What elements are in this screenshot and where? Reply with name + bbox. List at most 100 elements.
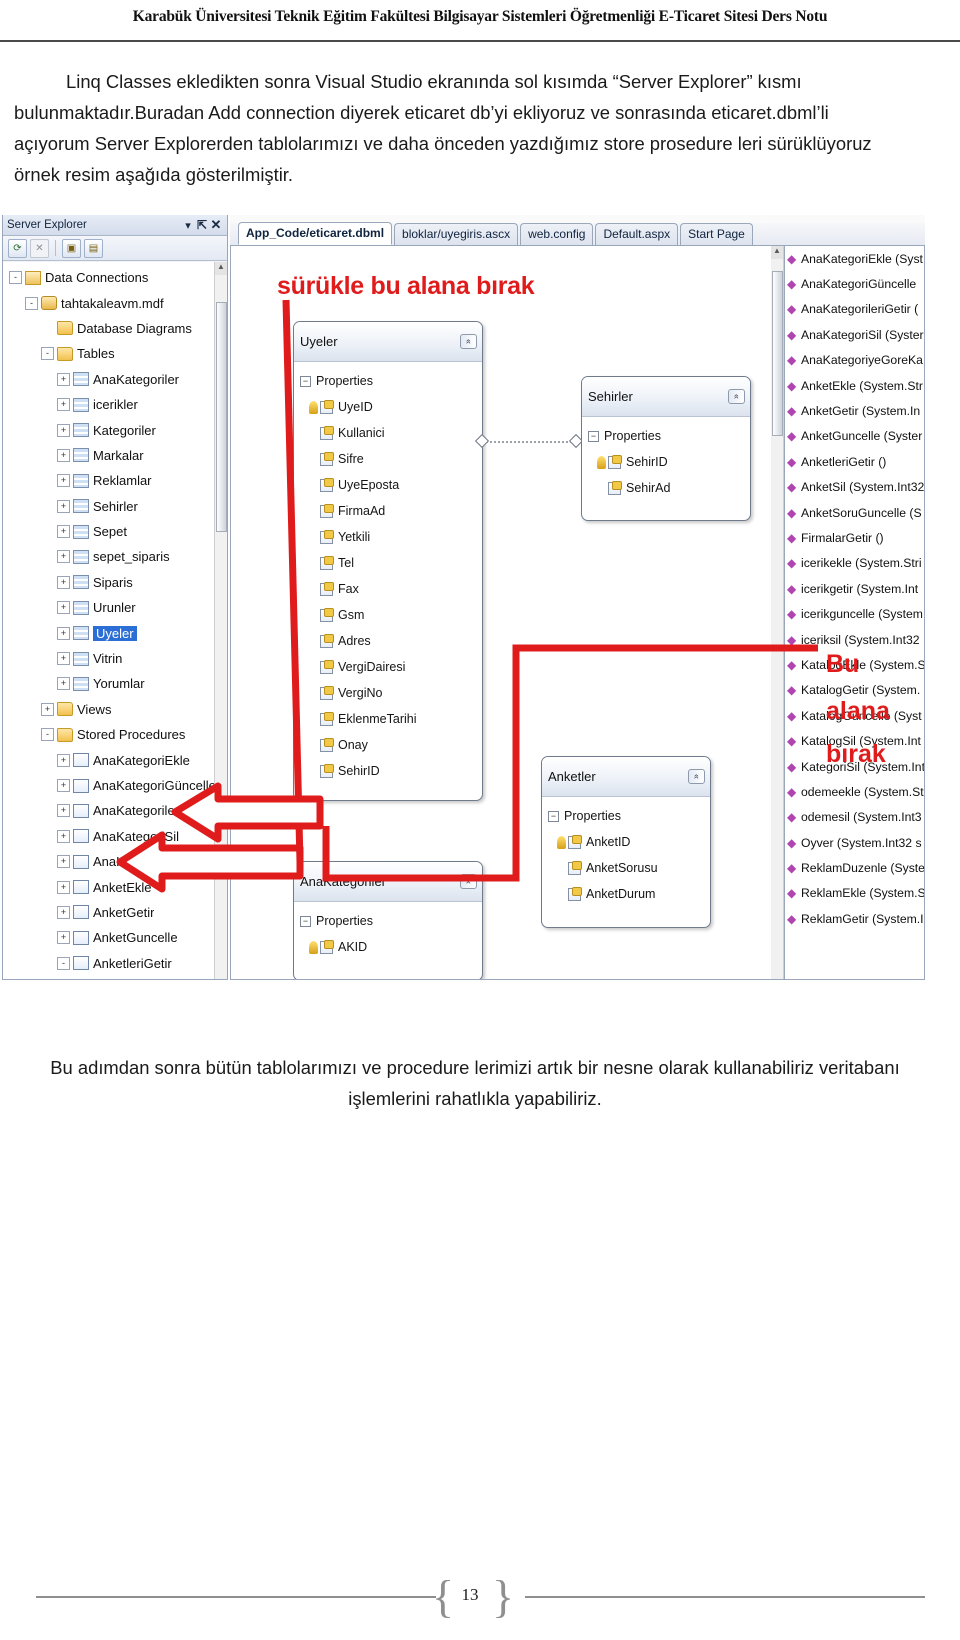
tree-node-markalar[interactable]: + Markalar — [3, 443, 214, 468]
entity-property-row[interactable]: SehirID — [582, 449, 750, 475]
properties-group-row[interactable]: − Properties — [582, 423, 750, 449]
tree-node-stored-procedures[interactable]: - Stored Procedures — [3, 722, 214, 747]
tree-node-data-connections[interactable]: - Data Connections — [3, 265, 214, 290]
expand-icon[interactable]: + — [57, 753, 70, 767]
expand-icon[interactable]: + — [57, 525, 70, 539]
collapse-icon[interactable]: - — [9, 271, 22, 285]
method-row[interactable]: ◆ Oyver (System.Int32 s — [785, 830, 924, 855]
tree-node-icerikler[interactable]: + icerikler — [3, 392, 214, 417]
expand-icon[interactable]: + — [57, 677, 70, 691]
entity-property-row[interactable]: EklenmeTarihi — [294, 706, 482, 732]
method-row[interactable]: ◆ AnketGuncelle (Syster — [785, 424, 924, 449]
method-row[interactable]: ◆ AnketEkle (System.Str — [785, 373, 924, 398]
expand-icon[interactable]: + — [57, 550, 70, 564]
connect-to-server-icon[interactable]: ▣ — [62, 238, 81, 258]
tree-node-anketekle[interactable]: + AnketEkle — [3, 874, 214, 899]
pin-icon[interactable]: ⇱ — [195, 218, 209, 232]
entity-anakategoriler[interactable]: AnaKategoriler « − Properties AKID — [293, 861, 483, 979]
method-row[interactable]: ◆ odemeekle (System.St — [785, 779, 924, 804]
tab-default-aspx[interactable]: Default.aspx — [595, 223, 679, 245]
entity-property-row[interactable]: SehirAd — [582, 475, 750, 501]
tree-node-anketlerigetir[interactable]: - AnketleriGetir — [3, 951, 214, 976]
expand-icon[interactable]: + — [57, 779, 70, 792]
entity-property-row[interactable]: Sifre — [294, 446, 482, 472]
method-row[interactable]: ◆ icerikgetir (System.Int — [785, 576, 924, 601]
method-row[interactable]: ◆ icerikguncelle (System — [785, 601, 924, 626]
tab-bloklar-uyegiris-ascx[interactable]: bloklar/uyegiris.ascx — [394, 223, 519, 245]
tree-node-anakategorilerigetir[interactable]: + AnaKategorileriGetir — [3, 798, 214, 823]
expand-icon[interactable]: + — [57, 626, 70, 640]
tree-node-views[interactable]: + Views — [3, 697, 214, 722]
server-explorer-scrollbar[interactable]: ▲ — [214, 262, 227, 979]
method-row[interactable]: ◆ icerikekle (System.Stri — [785, 551, 924, 576]
properties-group-row[interactable]: − Properties — [542, 803, 710, 829]
tree-node-urunler[interactable]: + Urunler — [3, 595, 214, 620]
entity-property-row[interactable]: Kullanici — [294, 420, 482, 446]
expand-icon[interactable]: + — [57, 829, 70, 843]
collapse-icon[interactable]: − — [300, 915, 311, 927]
methods-scrollbar[interactable]: ▲ — [771, 246, 784, 979]
methods-pane[interactable]: ▲ ◆ AnaKategoriEkle (Syst ◆ AnaKategoriGünc… — [771, 246, 924, 979]
properties-group-row[interactable]: − Properties — [294, 908, 482, 934]
scroll-up-arrow[interactable]: ▲ — [215, 262, 227, 275]
entity-property-row[interactable]: SehirID — [294, 758, 482, 784]
collapse-chevron-icon[interactable]: « — [460, 334, 477, 349]
entity-property-row[interactable]: Gsm — [294, 602, 482, 628]
tree-node-vitrin[interactable]: + Vitrin — [3, 646, 214, 671]
tree-node-kategoriler[interactable]: + Kategoriler — [3, 417, 214, 442]
collapse-chevron-icon[interactable]: « — [460, 874, 477, 889]
tree-node-database-diagrams[interactable]: Database Diagrams — [3, 316, 214, 341]
expand-icon[interactable]: + — [57, 880, 70, 894]
tree-node-anketguncelle[interactable]: + AnketGuncelle — [3, 925, 214, 950]
tree-node-yorumlar[interactable]: + Yorumlar — [3, 671, 214, 696]
method-row[interactable]: ◆ FirmalarGetir () — [785, 525, 924, 550]
expand-icon[interactable]: + — [41, 702, 54, 716]
expand-icon[interactable]: + — [57, 855, 70, 869]
entity-property-row[interactable]: Onay — [294, 732, 482, 758]
collapse-icon[interactable]: - — [41, 347, 54, 361]
entity-property-row[interactable]: AKID — [294, 934, 482, 960]
entity-property-row[interactable]: FirmaAd — [294, 498, 482, 524]
tree-node-reklamlar[interactable]: + Reklamlar — [3, 468, 214, 493]
method-row[interactable]: ◆ AnketGetir (System.In — [785, 398, 924, 423]
method-row[interactable]: ◆ odemesil (System.Int3 — [785, 805, 924, 830]
tree-node-sehirler[interactable]: + Sehirler — [3, 494, 214, 519]
expand-icon[interactable]: + — [57, 575, 70, 589]
tree-node-siparis[interactable]: + Siparis — [3, 570, 214, 595]
tree-node-tahtakaleavm-mdf[interactable]: - tahtakaleavm.mdf — [3, 290, 214, 315]
expand-icon[interactable]: + — [57, 448, 70, 462]
collapse-icon[interactable]: − — [588, 430, 599, 442]
method-row[interactable]: ◆ ReklamEkle (System.S — [785, 881, 924, 906]
tree-node-anakategorig-ncelle[interactable]: + AnaKategoriGüncelle — [3, 773, 214, 798]
expand-icon[interactable]: + — [57, 499, 70, 513]
collapse-chevron-icon[interactable]: « — [728, 389, 745, 404]
refresh-icon[interactable]: ⟳ — [8, 238, 27, 258]
tree-node-anketgetir[interactable]: + AnketGetir — [3, 900, 214, 925]
entity-property-row[interactable]: Fax — [294, 576, 482, 602]
tree-node-anakategoriyegorekateg[interactable]: + AnaKategoriyeGoreKateg — [3, 849, 214, 874]
entity-property-row[interactable]: VergiDairesi — [294, 654, 482, 680]
method-row[interactable]: ◆ AnaKategoriGüncelle — [785, 271, 924, 296]
tree-node-anakategoriler[interactable]: + AnaKategoriler — [3, 367, 214, 392]
entity-uyeler[interactable]: Uyeler « − Properties UyeID Kullanici Sifre Uye… — [293, 321, 483, 801]
entity-property-row[interactable]: VergiNo — [294, 680, 482, 706]
dbml-designer-canvas[interactable]: Uyeler «− Properties UyeID Kullanici Sifre Uye… — [230, 246, 925, 980]
entity-property-row[interactable]: Yetkili — [294, 524, 482, 550]
expand-icon[interactable]: + — [57, 905, 70, 919]
entity-property-row[interactable]: AnketDurum — [542, 881, 710, 907]
entity-property-row[interactable]: AnketID — [542, 829, 710, 855]
collapse-chevron-icon[interactable]: « — [688, 769, 705, 784]
method-row[interactable]: ◆ AnaKategorileriGetir ( — [785, 297, 924, 322]
tree-node-sepet-siparis[interactable]: + sepet_siparis — [3, 544, 214, 569]
tab-app-code-eticaret-dbml[interactable]: App_Code/eticaret.dbml — [238, 222, 393, 245]
expand-icon[interactable]: + — [57, 474, 70, 488]
tree-node-uyeler[interactable]: + Uyeler — [3, 620, 214, 645]
expand-icon[interactable]: + — [57, 423, 70, 437]
method-row[interactable]: ◆ ReklamGetir (System.I — [785, 906, 924, 931]
methods-list[interactable]: ◆ AnaKategoriEkle (Syst ◆ AnaKategoriGüncel… — [785, 246, 924, 932]
collapse-icon[interactable]: − — [300, 375, 311, 387]
tree-node-anakategoriekle[interactable]: + AnaKategoriEkle — [3, 747, 214, 772]
tree-node-tables[interactable]: - Tables — [3, 341, 214, 366]
method-row[interactable]: ◆ AnketSoruGuncelle (S — [785, 500, 924, 525]
entity-property-row[interactable]: AnketSorusu — [542, 855, 710, 881]
